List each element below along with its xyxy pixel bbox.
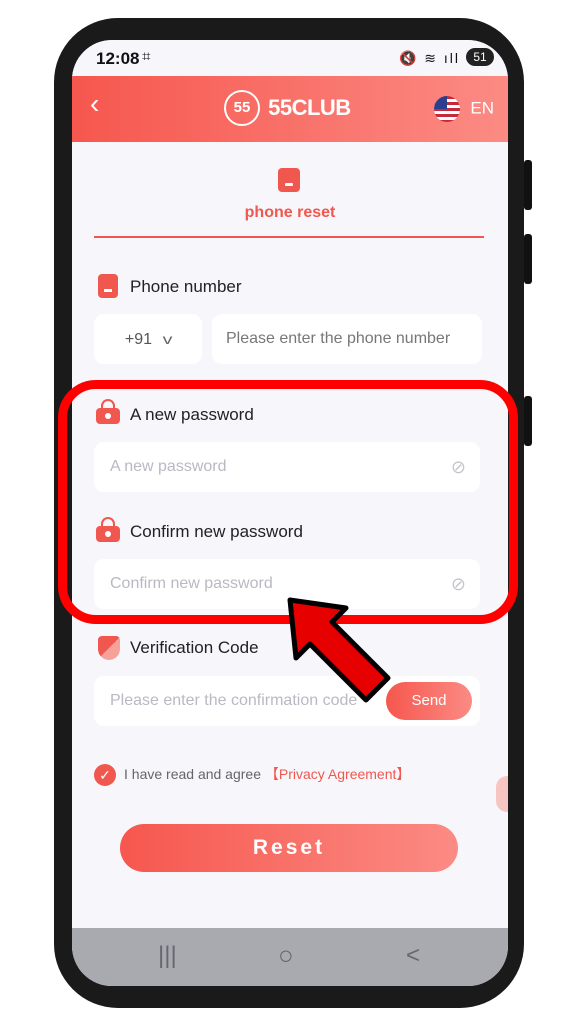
annotation-arrow-icon: [287, 597, 391, 703]
back-icon[interactable]: ‹: [90, 90, 99, 118]
app-header: ‹ 55 55CLUB EN: [72, 76, 508, 142]
side-button: [524, 396, 532, 446]
chevron-down-icon: v: [162, 331, 173, 347]
tab-phone-reset[interactable]: phone reset: [72, 204, 508, 222]
country-code-select[interactable]: +91 v: [94, 314, 202, 364]
country-code-value: +91: [124, 331, 153, 348]
phone-icon: [278, 168, 300, 192]
flag-us-icon: [433, 96, 460, 122]
annotation-highlight-box: [58, 380, 518, 624]
system-nav-bar: ||| ○ <: [72, 928, 508, 986]
floating-widget[interactable]: [496, 776, 508, 812]
status-time: 12:08: [96, 49, 140, 68]
privacy-agreement-link[interactable]: 【Privacy Agreement】: [265, 766, 411, 782]
phone-icon: [98, 274, 118, 298]
language-selector[interactable]: EN: [433, 96, 494, 122]
send-code-button[interactable]: Send: [386, 682, 472, 720]
nav-back-icon[interactable]: <: [406, 942, 420, 970]
shield-icon: [98, 636, 120, 660]
app-logo: 55 55CLUB: [224, 90, 351, 130]
agreement-text: I have read and agree: [124, 766, 261, 782]
privacy-agreement[interactable]: ✓ I have read and agree 【Privacy Agreemen…: [94, 764, 411, 787]
side-button: [524, 160, 532, 210]
checkmark-icon[interactable]: ✓: [94, 764, 116, 787]
phone-number-label: Phone number: [130, 277, 242, 296]
side-button: [524, 234, 532, 284]
status-bar: 12:08 ⌗ 🔇 ≋ ıll 51: [72, 40, 508, 76]
reset-button[interactable]: Reset: [120, 824, 458, 872]
verification-code-label: Verification Code: [130, 638, 259, 657]
screen-record-icon: ⌗: [142, 48, 151, 65]
language-label: EN: [470, 98, 494, 118]
signal-icons: 🔇 ≋ ıll: [398, 50, 460, 66]
phone-number-input[interactable]: Please enter the phone number: [212, 314, 482, 364]
logo-badge: 55: [224, 90, 260, 126]
home-icon[interactable]: ○: [278, 940, 294, 971]
tab-underline: [94, 236, 484, 238]
logo-text: 55CLUB: [268, 95, 351, 120]
battery-indicator: 51: [466, 48, 494, 66]
recent-apps-icon[interactable]: |||: [158, 942, 177, 970]
